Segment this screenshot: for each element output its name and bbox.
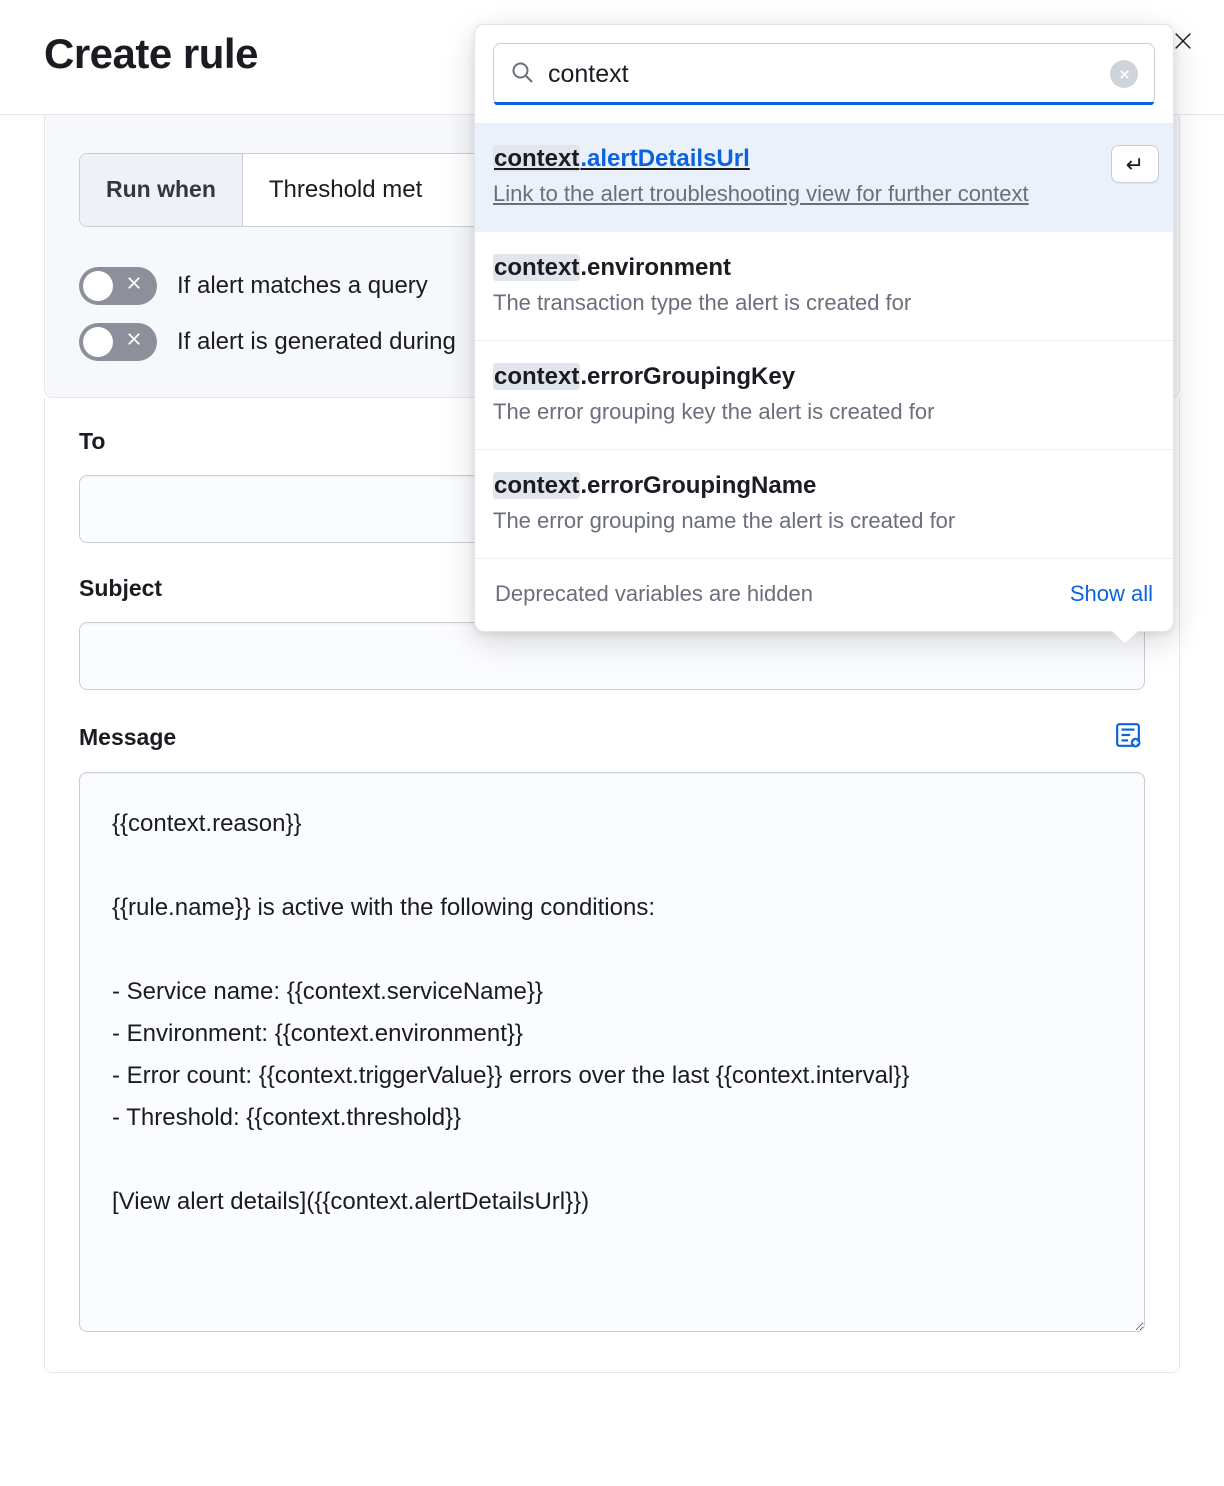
message-textarea[interactable]: {{context.reason}} {{rule.name}} is acti…: [79, 772, 1145, 1332]
suggestion-desc: The transaction type the alert is create…: [493, 290, 1155, 316]
x-icon: [125, 274, 143, 298]
switch-alert-maintenance[interactable]: [79, 323, 157, 361]
clear-search-button[interactable]: [1110, 60, 1138, 88]
subject-input[interactable]: [79, 622, 1145, 690]
suggestion-title: context.environment: [493, 254, 1155, 282]
variable-list-icon: [1115, 722, 1141, 748]
insert-variable-button[interactable]: [1115, 722, 1145, 752]
suggestion-item[interactable]: context.errorGroupingKey The error group…: [475, 341, 1173, 450]
switch-knob: [83, 271, 113, 301]
switch-alert-matches-query[interactable]: [79, 267, 157, 305]
close-icon: [1118, 68, 1131, 81]
popover-footer: Deprecated variables are hidden Show all: [475, 559, 1173, 631]
run-when-value: Threshold met: [243, 154, 448, 226]
show-all-link[interactable]: Show all: [1070, 581, 1153, 607]
suggestion-item[interactable]: context.alertDetailsUrl Link to the aler…: [475, 123, 1173, 232]
toggle-label: If alert matches a query: [177, 272, 428, 300]
suggestion-list: context.alertDetailsUrl Link to the aler…: [475, 123, 1173, 559]
suggestion-item[interactable]: context.environment The transaction type…: [475, 232, 1173, 341]
enter-hint-badge: ↵: [1111, 145, 1159, 183]
suggestion-title: context.errorGroupingKey: [493, 363, 1155, 391]
search-icon: [510, 60, 534, 89]
suggestion-desc: The error grouping key the alert is crea…: [493, 399, 1155, 425]
variable-autocomplete-popover: context context.alertDetailsUrl Link to …: [474, 24, 1174, 632]
search-value: context: [548, 60, 1096, 89]
variable-search-input[interactable]: context: [493, 43, 1155, 105]
suggestion-title: context.errorGroupingName: [493, 472, 1155, 500]
suggestion-title: context.alertDetailsUrl: [493, 145, 1155, 173]
suggestion-desc: Link to the alert troubleshooting view f…: [493, 181, 1155, 207]
toggle-label: If alert is generated during: [177, 328, 456, 356]
run-when-label: Run when: [80, 154, 243, 226]
suggestion-desc: The error grouping name the alert is cre…: [493, 508, 1155, 534]
message-label: Message: [79, 724, 176, 751]
switch-knob: [83, 327, 113, 357]
close-icon: [1172, 30, 1194, 52]
x-icon: [125, 330, 143, 354]
footer-info: Deprecated variables are hidden: [495, 581, 813, 607]
suggestion-item[interactable]: context.errorGroupingName The error grou…: [475, 450, 1173, 559]
